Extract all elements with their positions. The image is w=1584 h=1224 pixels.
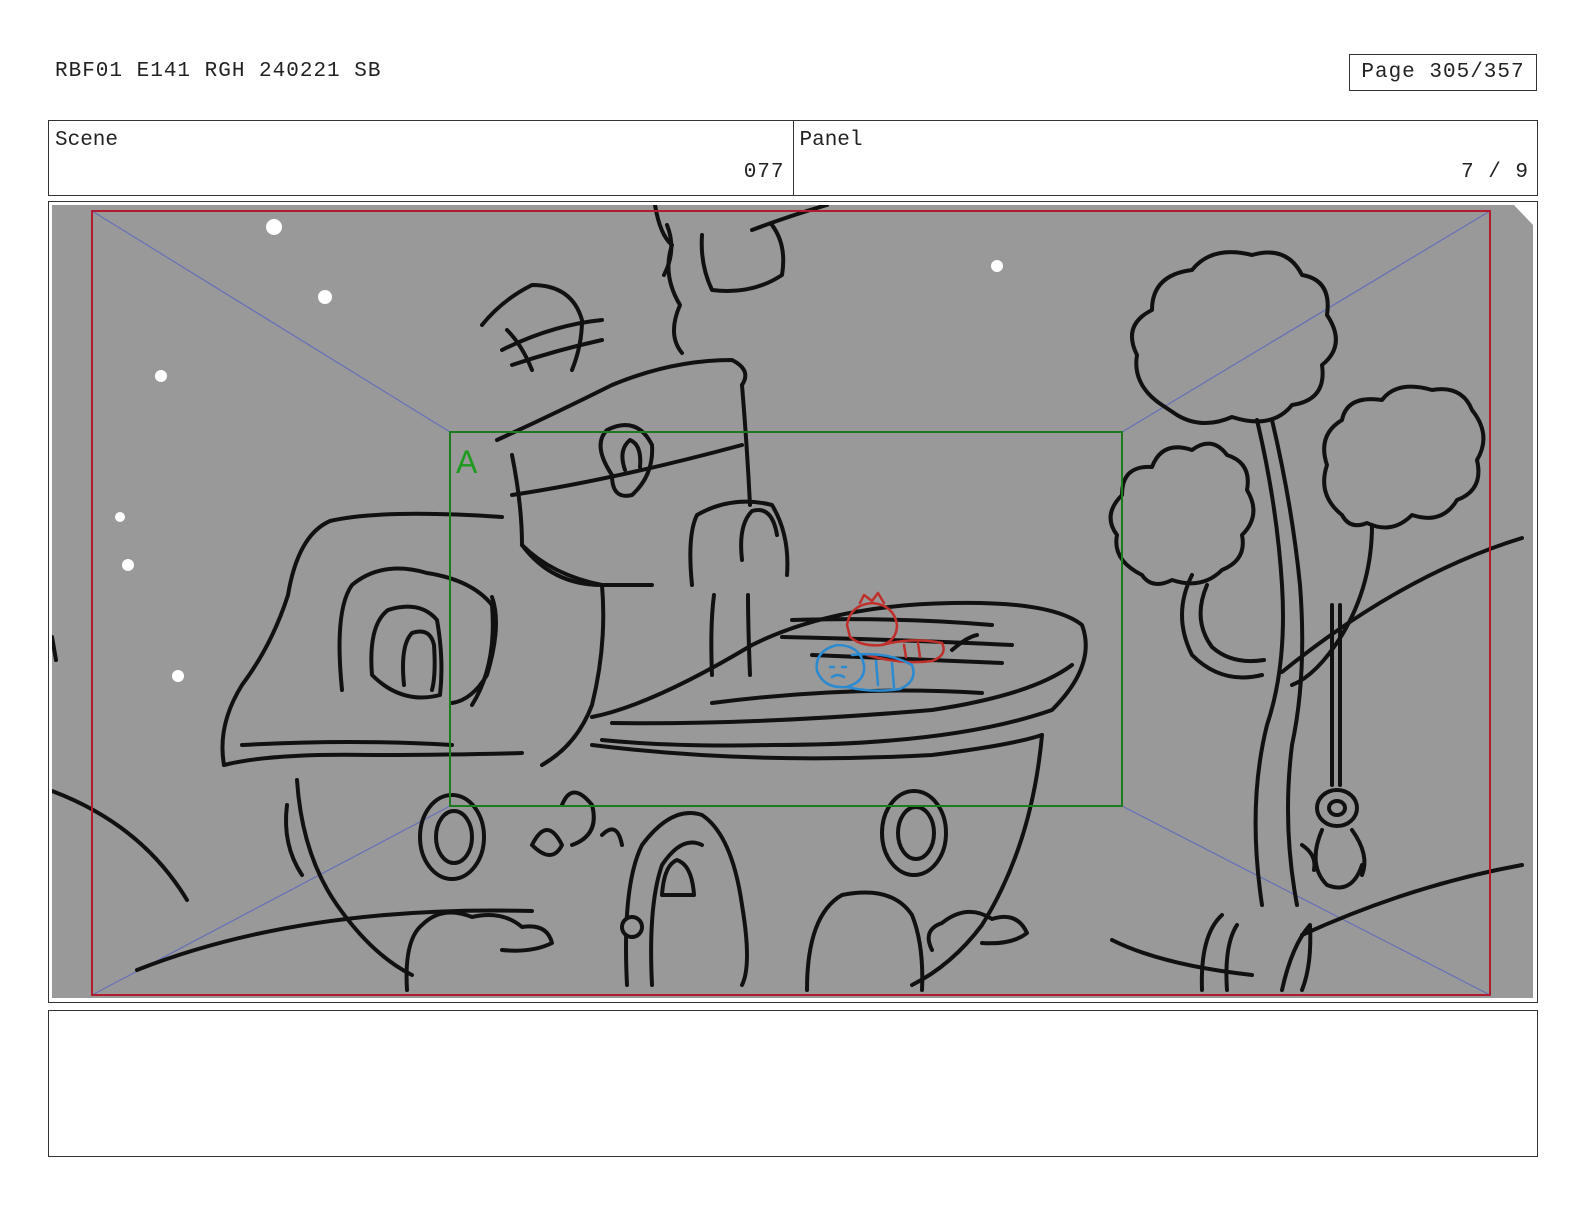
scene-number: 077 bbox=[743, 161, 785, 184]
scene-cell: Scene 077 bbox=[49, 121, 793, 195]
panel-label: Panel bbox=[799, 129, 863, 152]
panel-cell: Panel 7 / 9 bbox=[792, 121, 1538, 195]
scene-label: Scene bbox=[55, 129, 119, 152]
panel-number: 7 / 9 bbox=[1460, 161, 1529, 184]
page-number-box: Page 305/357 bbox=[1349, 54, 1537, 91]
storyboard-drawing: A bbox=[52, 205, 1533, 998]
storyboard-panel: A bbox=[48, 201, 1538, 1003]
document-title: RBF01 E141 RGH 240221 SB bbox=[55, 60, 382, 83]
field-guide-marker: A bbox=[456, 444, 478, 480]
info-row: Scene 077 Panel 7 / 9 bbox=[48, 120, 1538, 196]
page-number: Page 305/357 bbox=[1361, 61, 1525, 84]
notes-box bbox=[48, 1010, 1538, 1157]
